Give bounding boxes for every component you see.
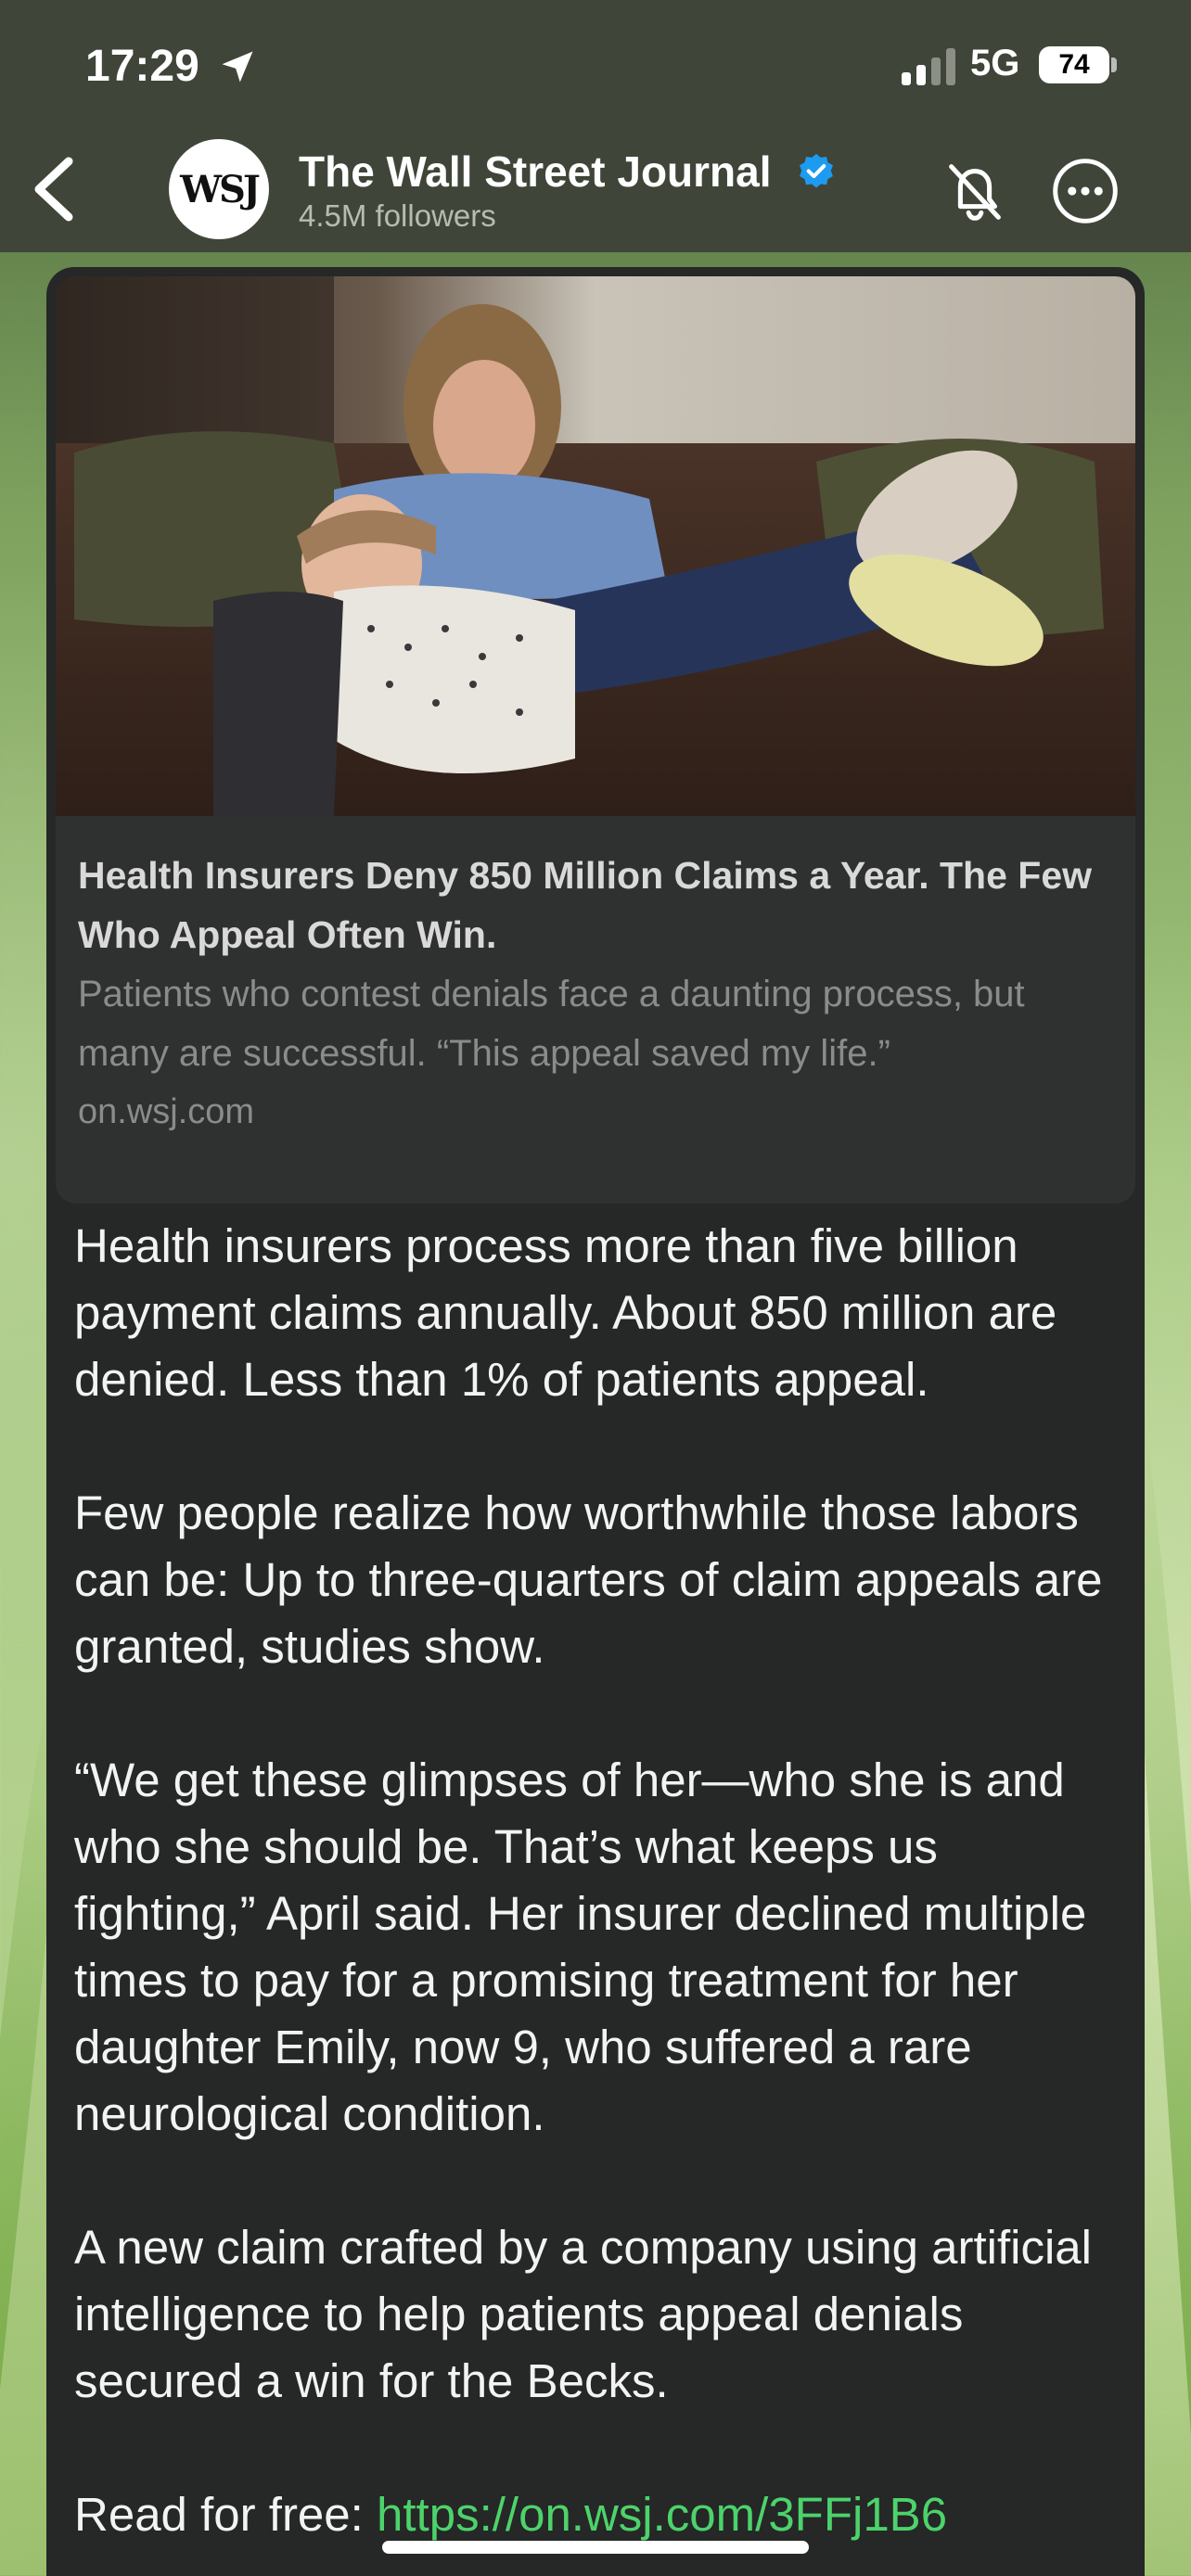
article-photo [56, 276, 1135, 816]
battery-icon: 74 [1039, 46, 1109, 83]
more-options-icon[interactable] [1050, 156, 1121, 226]
avatar-logo-text: WSJ [180, 167, 261, 211]
location-arrow-icon [222, 51, 253, 83]
message-text: Health insurers process more than five b… [74, 1213, 1132, 2548]
read-prefix: Read for free: [74, 2488, 377, 2541]
back-chevron-icon[interactable] [28, 156, 80, 223]
verified-badge-icon [800, 153, 833, 188]
muted-bell-icon[interactable] [939, 156, 1011, 228]
home-indicator[interactable] [382, 2541, 809, 2554]
signal-icon [902, 48, 955, 85]
status-time: 17:29 [85, 42, 199, 91]
top-bar: 17:29 5G 74 WSJ The Wall Street Journal … [0, 0, 1191, 252]
battery-level: 74 [1058, 49, 1090, 80]
battery-tip [1111, 57, 1117, 72]
article-link[interactable]: https://on.wsj.com/3FFj1B6 [377, 2488, 947, 2541]
read-for-free-line: Read for free: https://on.wsj.com/3FFj1B… [74, 2481, 1132, 2548]
preview-description: Patients who contest denials face a daun… [78, 974, 1025, 1074]
network-type: 5G [970, 43, 1020, 83]
follower-count: 4.5M followers [299, 198, 496, 233]
message-paragraph: Few people realize how worthwhile those … [74, 1486, 1103, 1673]
channel-avatar[interactable]: WSJ [169, 139, 269, 239]
message-paragraph: “We get these glimpses of her—who she is… [74, 1753, 1087, 2140]
preview-domain: on.wsj.com [78, 1092, 255, 1131]
message-bubble: Health Insurers Deny 850 Million Claims … [46, 267, 1145, 2576]
preview-title: Health Insurers Deny 850 Million Claims … [78, 854, 1093, 956]
link-preview-card[interactable]: Health Insurers Deny 850 Million Claims … [56, 276, 1135, 1204]
message-paragraph: Health insurers process more than five b… [74, 1219, 1057, 1406]
channel-name[interactable]: The Wall Street Journal [299, 147, 772, 197]
message-paragraph: A new claim crafted by a company using a… [74, 2221, 1092, 2407]
